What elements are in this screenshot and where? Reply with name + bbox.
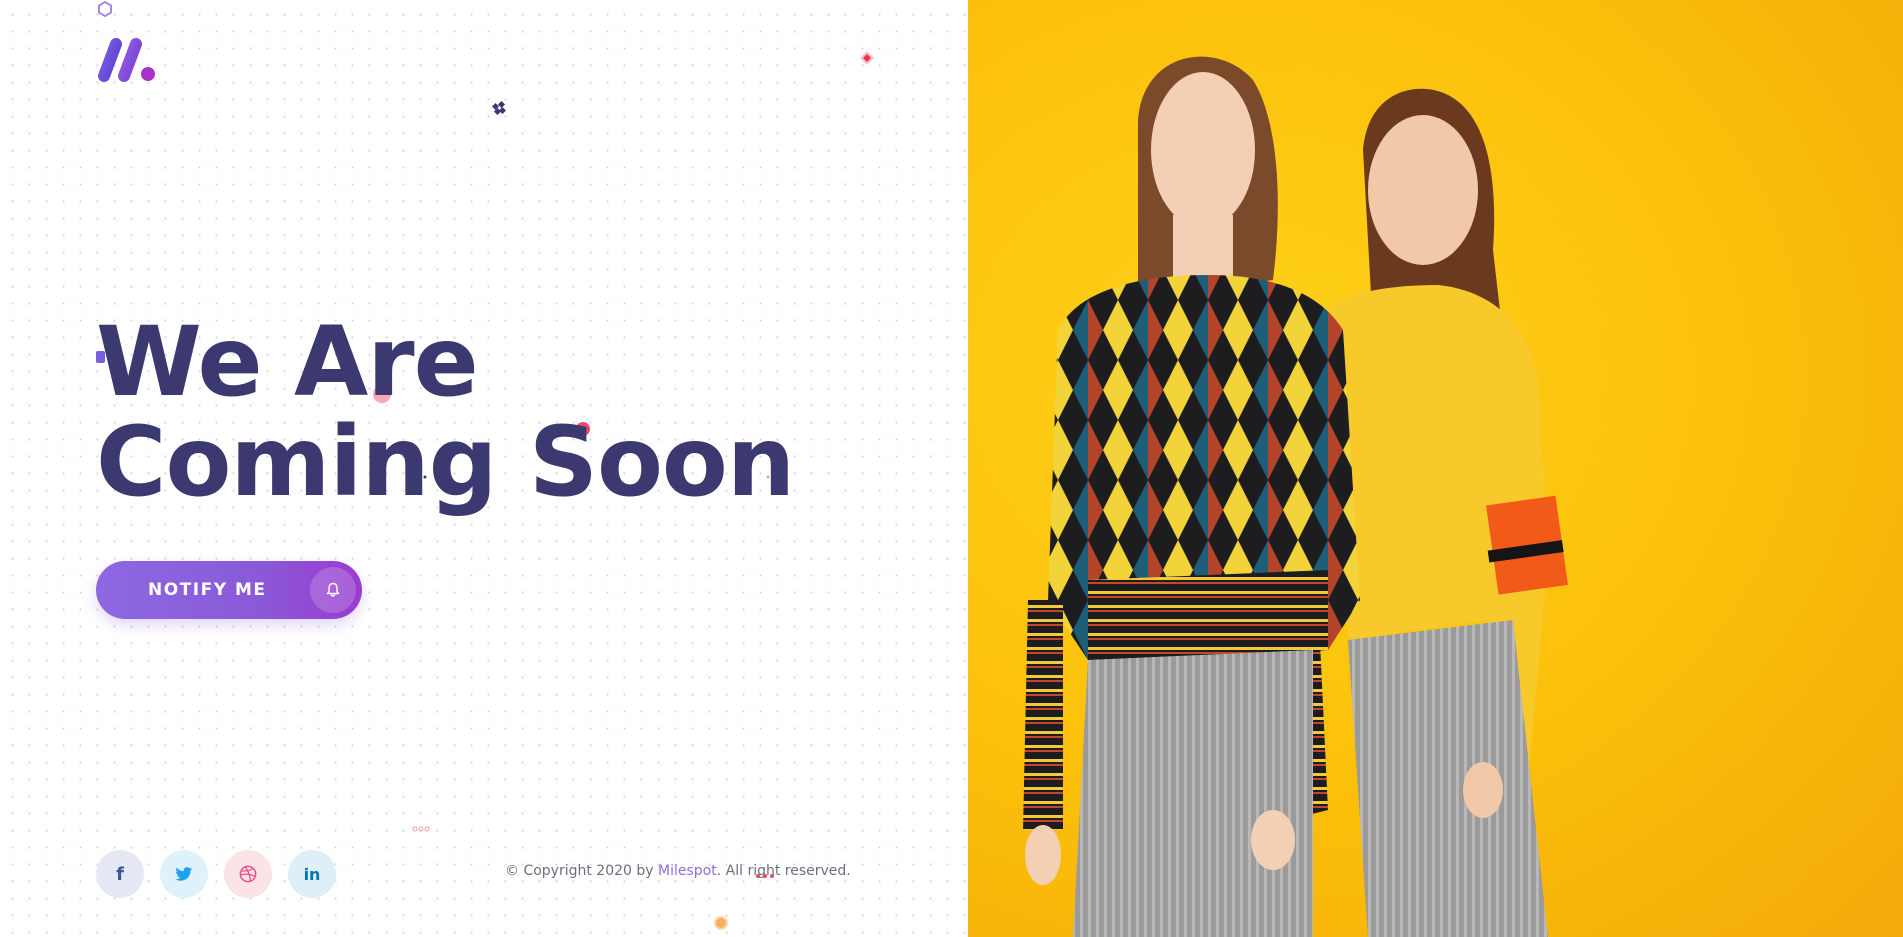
clover-decoration [492,101,506,115]
copyright-suffix: . All right reserved. [716,863,851,879]
facebook-link[interactable]: f [96,850,144,898]
orange-dot-decoration [714,916,728,930]
dribbble-icon [239,865,257,883]
twitter-link[interactable] [160,850,208,898]
bell-icon [310,567,356,613]
rings-decoration [412,826,430,832]
notify-me-button[interactable]: NOTIFY ME [96,561,362,619]
hexagon-decoration [97,1,113,17]
facebook-icon: f [116,863,124,885]
brand-link[interactable]: Milespot [658,863,717,879]
linkedin-link[interactable]: in [288,850,336,898]
twitter-icon [175,866,193,882]
brand-logo[interactable] [96,38,162,84]
page-title: We Are Coming Soon [96,306,795,518]
linkedin-icon: in [303,864,321,884]
content-panel: We Are Coming Soon NOTIFY ME f in © Copy… [0,0,968,937]
copyright-prefix: © Copyright 2020 by [505,863,659,879]
notify-me-label: NOTIFY ME [148,580,267,600]
headline-line-1: We Are [96,306,479,418]
hero-image [968,0,1903,937]
fashion-models-photo [1023,56,1568,937]
diamond-decoration [860,51,874,65]
dribbble-link[interactable] [224,850,272,898]
copyright-text: © Copyright 2020 by Milespot. All right … [505,863,851,879]
headline-line-2: Coming Soon [96,406,795,518]
